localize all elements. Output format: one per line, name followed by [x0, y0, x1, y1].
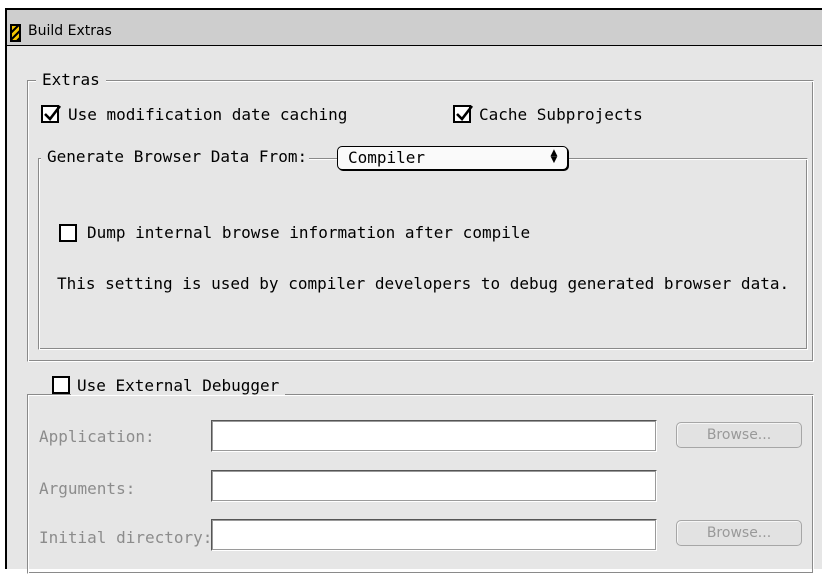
- browser-data-source-value: Compiler: [348, 148, 426, 167]
- extras-legend: Extras: [36, 71, 106, 89]
- modification-caching-checkbox[interactable]: [41, 105, 62, 123]
- cache-subprojects-checkbox[interactable]: [453, 105, 474, 123]
- initial-directory-field[interactable]: [211, 519, 657, 551]
- browser-data-description: This setting is used by compiler develop…: [57, 274, 790, 293]
- application-field[interactable]: [211, 420, 657, 452]
- use-external-debugger-label[interactable]: Use External Debugger: [71, 377, 286, 395]
- window-title: Build Extras: [28, 23, 112, 39]
- browser-data-legend: Generate Browser Data From:: [41, 148, 310, 166]
- use-external-debugger-checkbox[interactable]: [52, 376, 70, 394]
- build-extras-window: Build Extras Extras Use modification dat…: [5, 8, 822, 574]
- initial-directory-browse-button[interactable]: Browse...: [676, 520, 802, 546]
- browser-data-source-popup[interactable]: Compiler ▲ ▼: [337, 146, 568, 170]
- modification-caching-label[interactable]: Use modification date caching: [68, 106, 347, 124]
- arguments-field[interactable]: [211, 470, 657, 502]
- dump-browse-info-label[interactable]: Dump internal browse information after c…: [87, 224, 530, 242]
- project-settings-icon: [10, 24, 21, 42]
- initial-directory-label: Initial directory:: [39, 528, 213, 547]
- dump-browse-info-checkbox[interactable]: [59, 224, 77, 242]
- checkmark-icon: [44, 105, 62, 121]
- arguments-label: Arguments:: [39, 479, 136, 498]
- application-label: Application:: [39, 427, 155, 446]
- cache-subprojects-label[interactable]: Cache Subprojects: [479, 106, 643, 124]
- browser-data-group: [38, 158, 808, 350]
- application-browse-button[interactable]: Browse...: [676, 422, 802, 448]
- title-bar[interactable]: Build Extras: [7, 10, 822, 46]
- up-down-arrows-icon: ▲ ▼: [550, 148, 558, 165]
- checkmark-icon: [456, 105, 474, 121]
